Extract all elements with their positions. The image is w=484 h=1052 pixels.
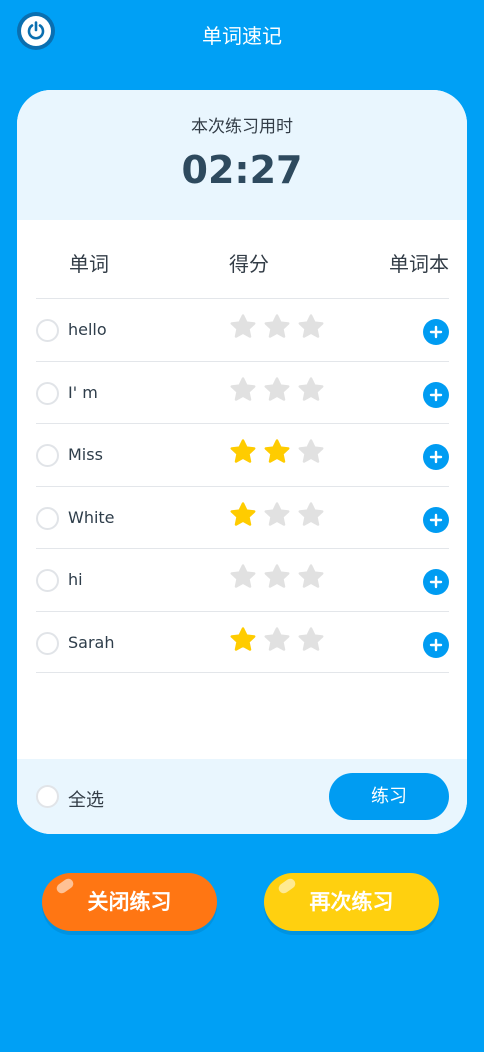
star-filled-icon [264, 439, 290, 463]
header-wordbook: 单词本 [389, 252, 449, 276]
table-header: 单词 得分 单词本 [17, 220, 467, 298]
plus-icon [429, 388, 443, 401]
star-empty-icon [264, 376, 290, 401]
add-to-wordbook-icon[interactable] [423, 631, 449, 658]
table-row: hello [36, 298, 449, 361]
table-row: Miss [36, 423, 449, 486]
word-label: hello [68, 320, 107, 339]
star-filled-icon [230, 626, 256, 651]
plus-icon [429, 450, 443, 464]
table-row: hi [36, 548, 449, 611]
star-empty-icon [230, 564, 256, 588]
word-list: hello I' m Miss White hi Sarah [36, 298, 449, 673]
row-select-radio[interactable] [36, 319, 59, 342]
star-empty-icon [264, 564, 290, 588]
close-practice-button[interactable]: 关闭练习 [42, 873, 217, 931]
row-select-radio[interactable] [36, 569, 59, 592]
star-empty-icon [264, 501, 290, 526]
star-filled-icon [230, 439, 256, 463]
star-empty-icon [264, 626, 290, 651]
star-empty-icon [230, 314, 256, 338]
star-empty-icon [298, 626, 324, 651]
row-select-radio[interactable] [36, 381, 59, 405]
star-empty-icon [230, 376, 256, 401]
star-empty-icon [298, 501, 324, 526]
row-select-radio[interactable] [36, 444, 59, 467]
star-empty-icon [298, 439, 324, 463]
bottom-panel: 全选 练习 [17, 759, 467, 834]
word-label: I' m [68, 382, 98, 402]
header-word: 单词 [69, 252, 109, 276]
table-row: White [36, 485, 449, 549]
star-empty-icon [298, 564, 324, 588]
star-filled-icon [230, 501, 256, 526]
plus-icon [429, 638, 443, 651]
add-to-wordbook-icon[interactable] [423, 381, 449, 408]
gloss-highlight [276, 876, 298, 896]
add-to-wordbook-icon[interactable] [423, 444, 449, 470]
word-label: hi [68, 570, 83, 589]
table-row: Sarah [36, 610, 449, 673]
plus-icon [429, 513, 443, 526]
timer-panel: 本次练习用时 02:27 [17, 90, 467, 220]
close-practice-label: 关闭练习 [87, 890, 172, 914]
practice-again-label: 再次练习 [309, 890, 394, 914]
row-select-radio[interactable] [36, 506, 59, 530]
practice-button[interactable]: 练习 [329, 773, 449, 820]
result-card: 本次练习用时 02:27 单词 得分 单词本 hello I' m Miss Whit… [17, 90, 467, 834]
timer-label: 本次练习用时 [191, 117, 293, 137]
table-row: I' m [36, 360, 449, 424]
top-bar: 单词速记 [0, 0, 484, 64]
plus-icon [429, 575, 443, 589]
select-all-radio[interactable] [36, 785, 59, 808]
star-empty-icon [298, 314, 324, 338]
header-score: 得分 [229, 252, 269, 276]
timer-value: 02:27 [181, 148, 303, 192]
word-label: White [68, 507, 115, 527]
add-to-wordbook-icon[interactable] [423, 319, 449, 345]
select-all-label[interactable]: 全选 [68, 786, 104, 812]
add-to-wordbook-icon[interactable] [423, 569, 449, 595]
word-label: Miss [68, 445, 103, 464]
practice-again-button[interactable]: 再次练习 [264, 873, 439, 931]
row-select-radio[interactable] [36, 631, 59, 655]
star-empty-icon [264, 314, 290, 338]
plus-icon [429, 325, 443, 339]
gloss-highlight [54, 876, 76, 896]
star-empty-icon [298, 376, 324, 401]
add-to-wordbook-icon[interactable] [423, 506, 449, 533]
page-title: 单词速记 [202, 24, 282, 48]
word-label: Sarah [68, 632, 115, 652]
